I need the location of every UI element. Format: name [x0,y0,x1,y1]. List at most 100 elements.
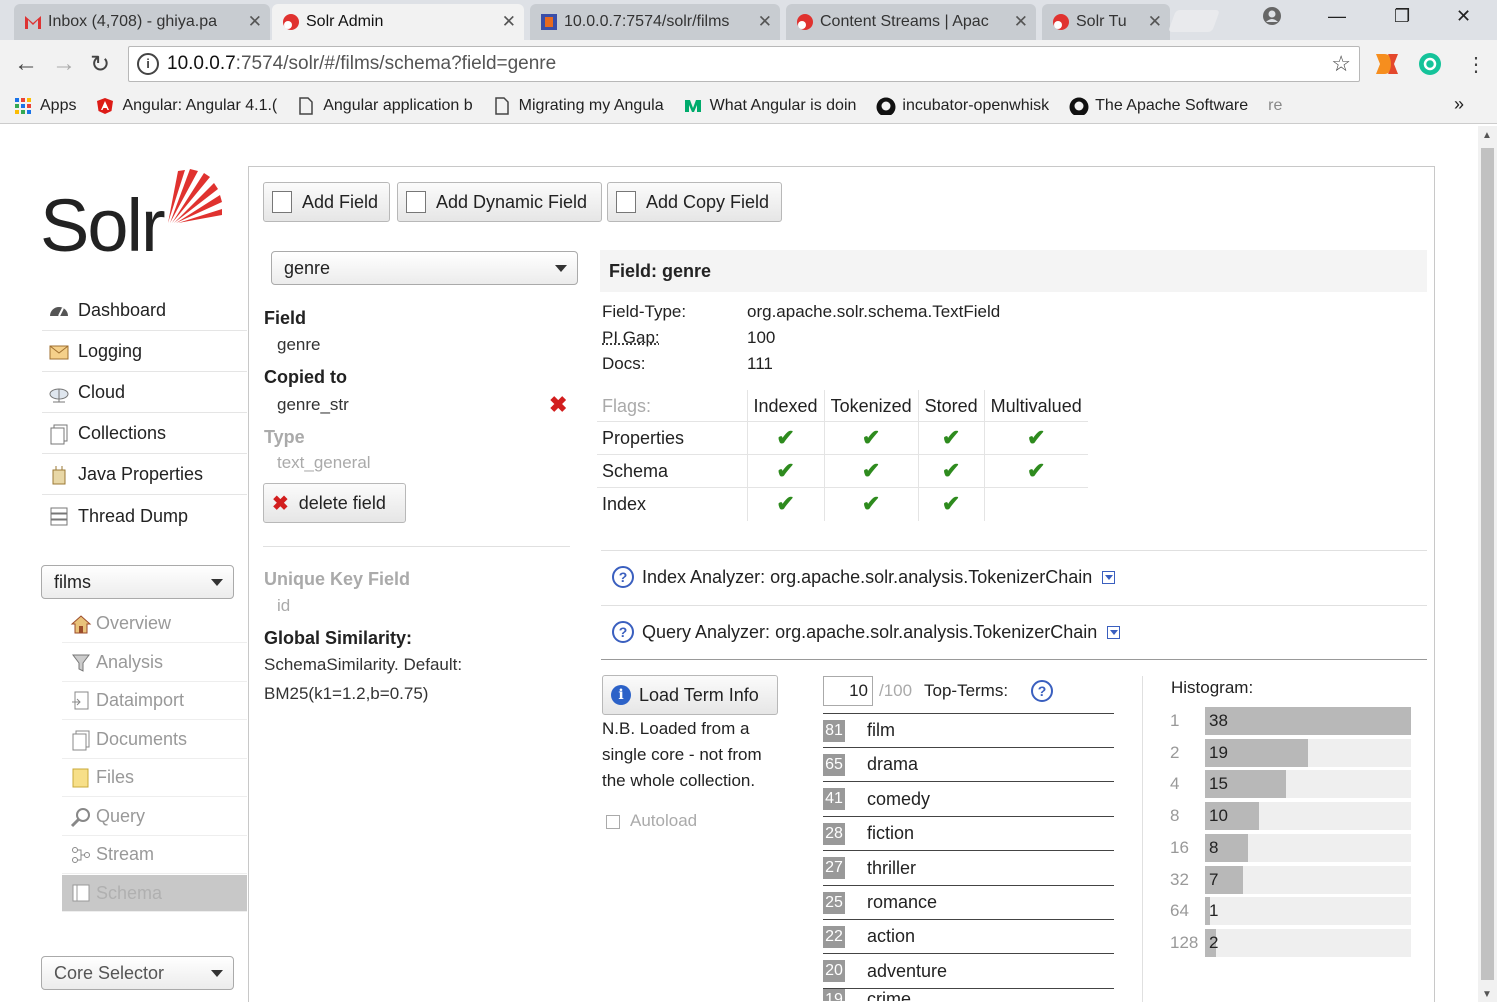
bookmark-re[interactable]: re [1268,97,1282,115]
term-row[interactable]: 81 film [823,714,1114,748]
core-nav-query[interactable]: Query [62,798,247,836]
bookmark-openwhisk[interactable]: incubator-openwhisk [876,97,1049,115]
core-nav-documents[interactable]: Documents [62,721,247,759]
close-window-icon[interactable]: ✕ [1456,6,1471,27]
query-icon [70,806,92,828]
term-row[interactable]: 28 fiction [823,817,1114,852]
load-term-info-button[interactable]: i Load Term Info [602,675,778,715]
site-info-icon[interactable]: i [137,53,159,75]
bookmark-star-icon[interactable]: ☆ [1331,51,1351,77]
close-tab-icon[interactable]: ✕ [502,12,516,32]
scroll-up-icon[interactable]: ▲ [1482,130,1492,141]
unique-key-value[interactable]: id [277,596,290,616]
core-selector-dropdown[interactable]: Core Selector [41,956,234,990]
restore-icon[interactable]: ❐ [1394,6,1410,27]
browser-tab-gmail[interactable]: Inbox (4,708) - ghiya.pa ✕ [14,4,270,40]
add-dynamic-field-button[interactable]: Add Dynamic Field [397,182,602,222]
query-analyzer-row[interactable]: ? Query Analyzer: org.apache.solr.analysi… [612,621,1121,643]
add-copy-field-button[interactable]: Add Copy Field [607,182,782,222]
histogram-label: Histogram: [1171,678,1254,697]
bookmark-label: Angular: Angular 4.1.( [122,96,278,114]
term-row[interactable]: 19 crime [823,989,1114,1002]
core-nav-analysis[interactable]: Analysis [62,644,247,682]
page-scrollbar[interactable]: ▲ ▼ [1478,126,1497,1002]
nav-label: Logging [78,341,143,361]
expand-icon[interactable] [1107,625,1121,639]
histogram-row: 4 15 [1170,770,1411,799]
browser-tab-content-streams[interactable]: Content Streams | Apac ✕ [786,4,1036,40]
term-row[interactable]: 25 romance [823,886,1114,920]
delete-field-button[interactable]: ✖ delete field [263,483,406,523]
browser-tab-solr-tu[interactable]: Solr Tu ✕ [1042,4,1170,40]
histogram-value: 15 [1209,774,1228,794]
grammarly-icon[interactable] [1418,52,1442,81]
solr-logo[interactable]: Solr [40,165,230,267]
term-row[interactable]: 20 adventure [823,955,1114,989]
type-label: Type [264,427,305,447]
remove-copy-field-icon[interactable]: ✖ [549,392,567,418]
top-terms-input[interactable]: 10 [823,676,873,706]
core-nav-schema[interactable]: Schema [62,875,247,912]
top-terms-label: Top-Terms: [924,681,1009,700]
term-row[interactable]: 41 comedy [823,783,1114,817]
scroll-down-icon[interactable]: ▼ [1482,989,1492,1000]
nav-thread-dump[interactable]: Thread Dump [42,496,247,536]
bookmark-apps[interactable]: Apps [14,97,76,115]
back-icon[interactable]: ← [14,50,38,78]
type-value[interactable]: text_general [277,453,371,473]
bookmark-angular-app[interactable]: Angular application b [297,97,473,115]
expand-icon[interactable] [1102,570,1116,584]
index-analyzer-row[interactable]: ? Index Analyzer: org.apache.solr.analysi… [612,566,1116,588]
bookmark-what-angular[interactable]: What Angular is doin [684,97,856,115]
browser-tab-films[interactable]: 10.0.0.7:7574/solr/films ✕ [530,4,780,40]
term-row[interactable]: 27 thriller [823,852,1114,886]
bookmarks-overflow-button[interactable]: » [1454,94,1464,115]
nav-logging[interactable]: Logging [42,332,247,372]
close-tab-icon[interactable]: ✕ [758,12,772,32]
help-icon[interactable]: ? [612,566,634,588]
bookmark-migrating[interactable]: Migrating my Angula [493,97,664,115]
term-count: 81 [823,719,845,742]
collections-icon [48,423,70,445]
page-icon [493,96,511,115]
scroll-thumb[interactable] [1481,148,1494,980]
nav-label: Dataimport [96,690,185,710]
add-field-button[interactable]: Add Field [263,182,390,222]
field-select-dropdown[interactable]: genre [271,251,578,285]
divider [601,550,1427,551]
menu-icon[interactable]: ⋮ [1466,52,1486,77]
nav-dashboard[interactable]: Dashboard [42,291,247,331]
checkmark-icon: ✔ [776,458,795,483]
bookmark-apache[interactable]: The Apache Software [1069,97,1248,115]
browser-tab-solr-admin[interactable]: Solr Admin ✕ [272,4,524,40]
core-nav-dataimport[interactable]: Dataimport [62,682,247,720]
core-nav-files[interactable]: Files [62,759,247,797]
copied-to-value[interactable]: genre_str [277,395,349,415]
divider [601,659,1427,660]
minimize-icon[interactable]: — [1328,6,1346,27]
close-tab-icon[interactable]: ✕ [1148,12,1162,32]
nav-cloud[interactable]: Cloud [42,373,247,413]
nav-java-properties[interactable]: Java Properties [42,455,247,495]
url-bar[interactable]: i 10.0.0.7:7574/solr/#/films/schema?fiel… [128,46,1360,82]
reload-icon[interactable]: ↻ [90,50,110,79]
d3-extension-icon[interactable] [1374,52,1400,81]
nav-collections[interactable]: Collections [42,414,247,454]
dataimport-icon [70,690,92,712]
forward-icon[interactable]: → [52,50,76,78]
core-nav-stream[interactable]: Stream [62,836,247,874]
nav-label: Schema [96,882,163,903]
core-nav-overview[interactable]: Overview [62,605,247,643]
new-tab-button[interactable] [1167,10,1221,32]
close-tab-icon[interactable]: ✕ [1014,12,1028,32]
close-tab-icon[interactable]: ✕ [248,12,262,32]
bookmark-angular-4[interactable]: Angular: Angular 4.1.( [96,97,277,115]
help-icon[interactable]: ? [1031,680,1053,702]
autoload-checkbox[interactable] [606,815,620,829]
core-select-dropdown[interactable]: films [41,565,234,599]
help-icon[interactable]: ? [612,621,634,643]
filter-icon [70,652,92,674]
term-row[interactable]: 65 drama [823,748,1114,783]
profile-icon[interactable] [1262,6,1282,31]
term-row[interactable]: 22 action [823,920,1114,955]
